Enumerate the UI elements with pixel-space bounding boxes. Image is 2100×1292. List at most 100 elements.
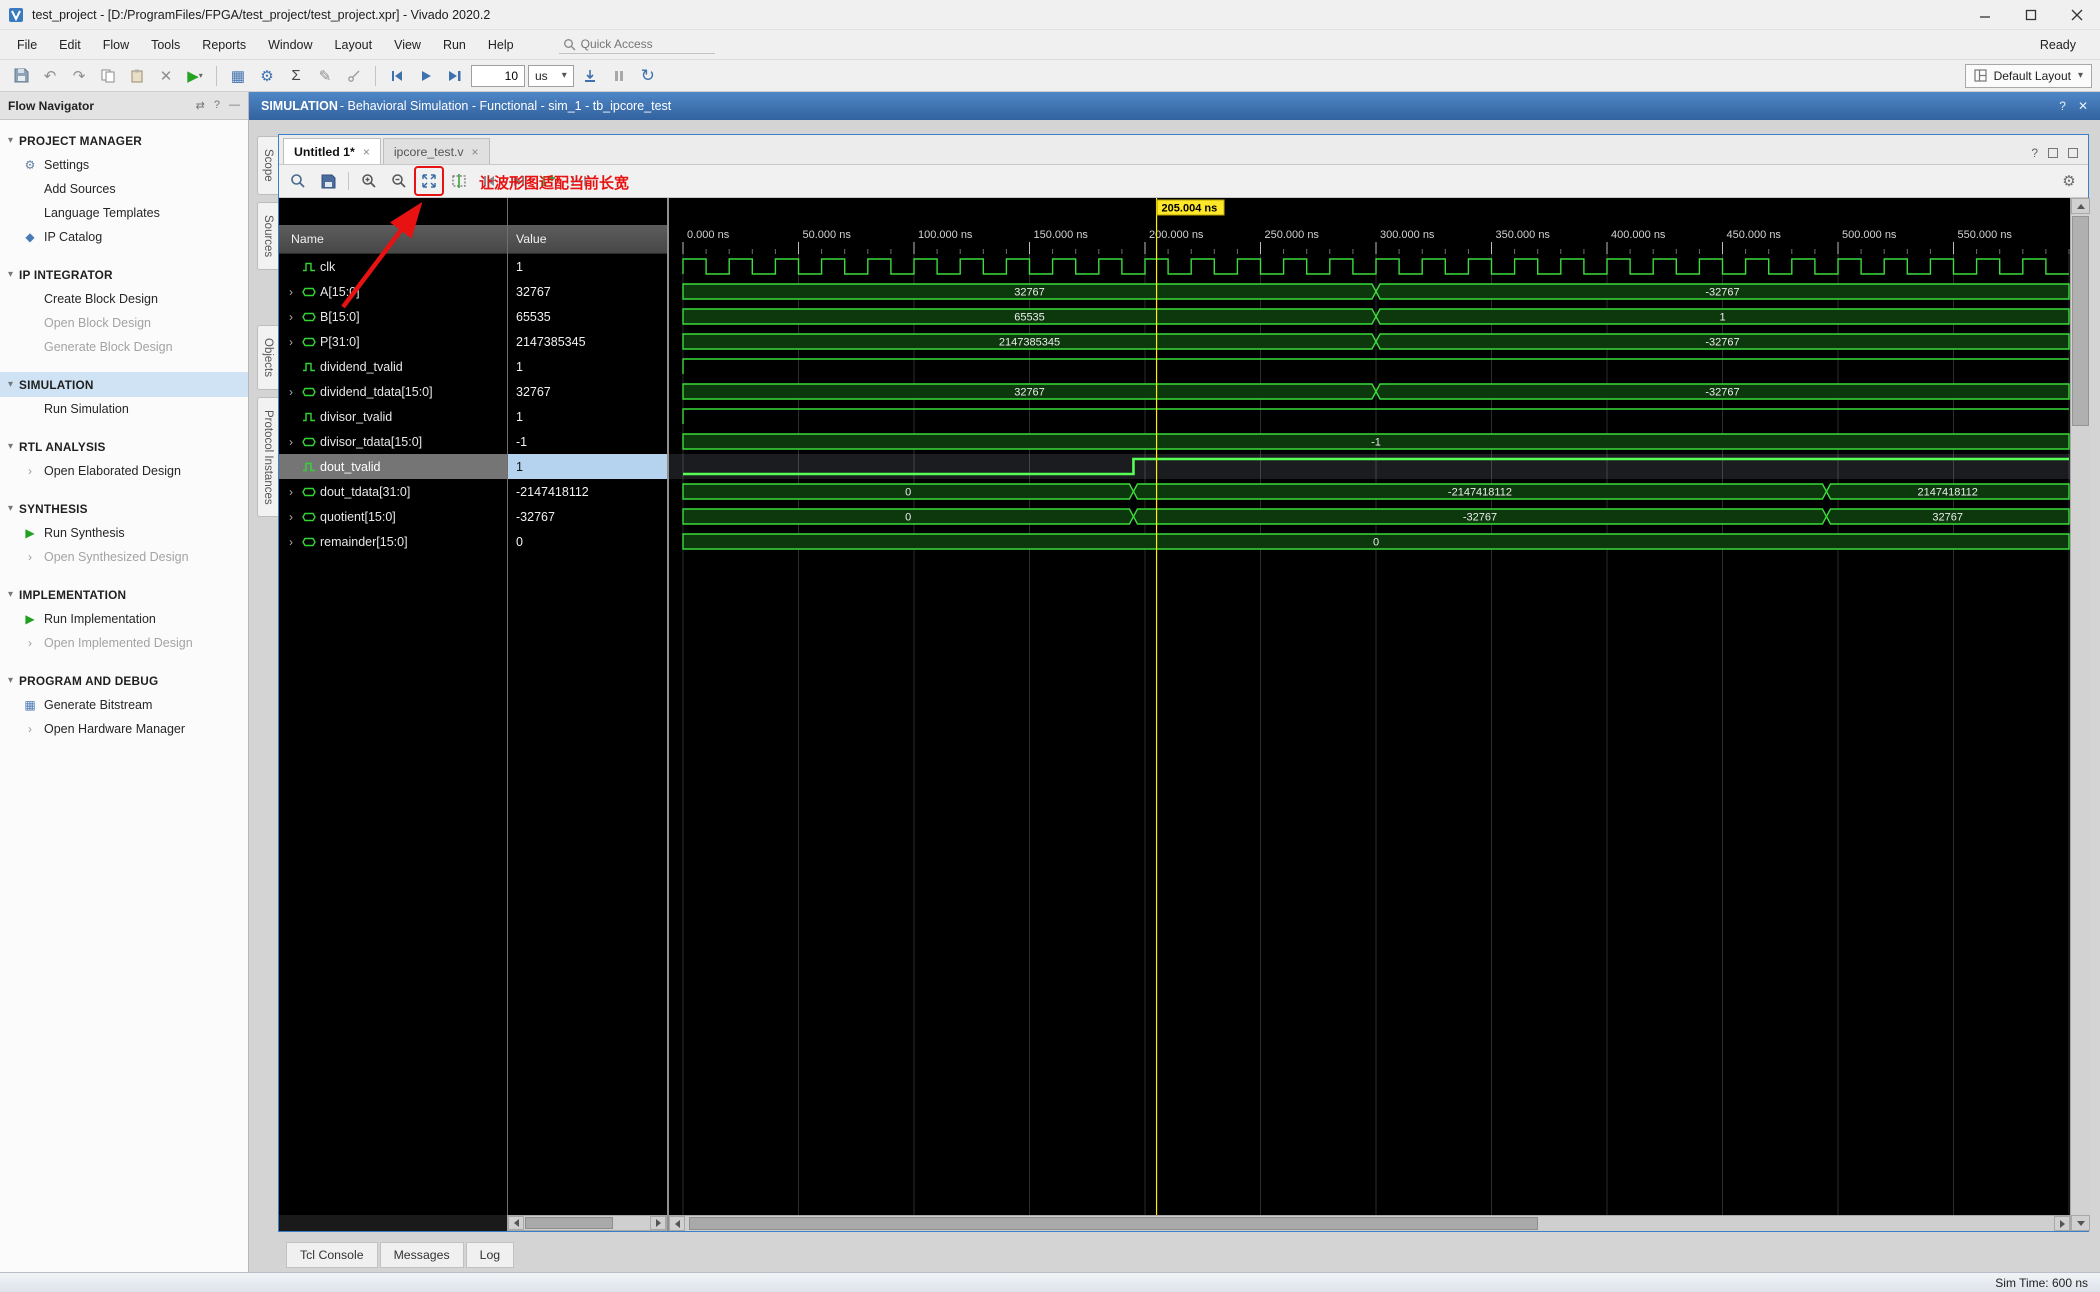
- side-tab-scope[interactable]: Scope: [257, 136, 278, 195]
- nav-item-settings[interactable]: ⚙ Settings: [0, 153, 248, 177]
- tab-close-icon[interactable]: ×: [363, 145, 370, 159]
- zoom-out-icon[interactable]: [386, 168, 412, 194]
- settings-gear-icon[interactable]: ⚙: [254, 63, 280, 89]
- signal-value-b-15-0[interactable]: 65535: [507, 304, 667, 329]
- tab-untitled-1[interactable]: Untitled 1* ×: [283, 138, 381, 164]
- save-project-icon[interactable]: [8, 63, 34, 89]
- signal-name-b-15-0[interactable]: › B[15:0]: [279, 304, 507, 329]
- scroll-left-arrow-icon[interactable]: [669, 1216, 685, 1231]
- expand-chevron-icon[interactable]: ›: [285, 385, 297, 399]
- flow-section-header-ip-integrator[interactable]: ▾ IP INTEGRATOR: [0, 262, 248, 287]
- signal-name-divisor-tdata-15-0[interactable]: › divisor_tdata[15:0]: [279, 429, 507, 454]
- signal-value-dividend-tdata-15-0[interactable]: 32767: [507, 379, 667, 404]
- scroll-right-arrow-icon[interactable]: [650, 1216, 666, 1230]
- quick-access-input[interactable]: [580, 37, 711, 51]
- clock-wave-clk[interactable]: [682, 258, 2069, 275]
- signal-name-a-15-0[interactable]: › A[15:0]: [279, 279, 507, 304]
- nav-item-open-hardware-manager[interactable]: › Open Hardware Manager: [0, 717, 248, 741]
- minimize-button[interactable]: [1962, 0, 2008, 30]
- nav-item-generate-bitstream[interactable]: ▦ Generate Bitstream: [0, 693, 248, 717]
- zoom-in-icon[interactable]: [356, 168, 382, 194]
- save-waveform-icon[interactable]: [315, 168, 341, 194]
- paste-icon[interactable]: [124, 63, 150, 89]
- column-header-value[interactable]: Value: [507, 232, 667, 246]
- sum-icon[interactable]: Σ: [283, 63, 309, 89]
- quick-access-search[interactable]: [558, 35, 715, 54]
- scroll-left-arrow-icon[interactable]: [508, 1216, 524, 1230]
- menu-tools[interactable]: Tools: [140, 33, 191, 57]
- copy-icon[interactable]: [95, 63, 121, 89]
- maximize-panel-icon[interactable]: [2068, 148, 2078, 158]
- wave-settings-gear-icon[interactable]: ⚙: [2056, 168, 2082, 194]
- flow-section-header-rtl-analysis[interactable]: ▾ RTL ANALYSIS: [0, 434, 248, 459]
- find-icon[interactable]: [285, 168, 311, 194]
- signal-name-dout-tdata-31-0[interactable]: › dout_tdata[31:0]: [279, 479, 507, 504]
- time-unit-select[interactable]: us ▾: [528, 64, 574, 87]
- expand-chevron-icon[interactable]: ›: [285, 310, 297, 324]
- run-time-input[interactable]: [471, 64, 525, 87]
- maximize-button[interactable]: [2008, 0, 2054, 30]
- nav-item-run-simulation[interactable]: Run Simulation: [0, 397, 248, 421]
- delete-icon[interactable]: ✕: [153, 63, 179, 89]
- signal-value-divisor-tvalid[interactable]: 1: [507, 404, 667, 429]
- signal-name-divisor-tvalid[interactable]: divisor_tvalid: [279, 404, 507, 429]
- flow-section-header-program-and-debug[interactable]: ▾ PROGRAM AND DEBUG: [0, 668, 248, 693]
- bottom-tab-tcl-console[interactable]: Tcl Console: [286, 1242, 378, 1268]
- close-button[interactable]: [2054, 0, 2100, 30]
- signal-value-quotient-15-0[interactable]: -32767: [507, 504, 667, 529]
- side-tab-protocol-instances[interactable]: Protocol Instances: [257, 396, 278, 518]
- edit-icon[interactable]: ✎: [312, 63, 338, 89]
- expand-chevron-icon[interactable]: ›: [285, 435, 297, 449]
- scrollbar-thumb[interactable]: [2072, 216, 2089, 426]
- tab-close-icon[interactable]: ×: [472, 145, 479, 159]
- dashboard-icon[interactable]: ▦: [225, 63, 251, 89]
- signal-value-p-31-0[interactable]: 2147385345: [507, 329, 667, 354]
- bottom-tab-log[interactable]: Log: [465, 1242, 515, 1268]
- expand-chevron-icon[interactable]: ›: [285, 285, 297, 299]
- waveform-horizontal-scrollbar[interactable]: [669, 1215, 2070, 1231]
- probe-icon[interactable]: [341, 63, 367, 89]
- nav-item-language-templates[interactable]: Language Templates: [0, 201, 248, 225]
- side-tab-sources[interactable]: Sources: [257, 201, 278, 270]
- relaunch-icon[interactable]: ↻: [635, 63, 661, 89]
- name-value-column-separator[interactable]: [507, 198, 508, 1215]
- expand-chevron-icon[interactable]: ›: [285, 335, 297, 349]
- redo-icon[interactable]: ↷: [66, 63, 92, 89]
- restart-simulation-icon[interactable]: [384, 63, 410, 89]
- run-button[interactable]: ▶ ▾: [182, 63, 208, 89]
- zoom-fit-icon[interactable]: [414, 166, 444, 196]
- signal-value-dout-tvalid[interactable]: 1: [507, 454, 667, 479]
- nav-item-run-implementation[interactable]: ▶ Run Implementation: [0, 607, 248, 631]
- context-help-icon[interactable]: ?: [2059, 99, 2066, 113]
- nav-item-ip-catalog[interactable]: ◆ IP Catalog: [0, 225, 248, 249]
- bottom-tab-messages[interactable]: Messages: [379, 1242, 464, 1268]
- toggle-panel-icon[interactable]: ⇄: [196, 99, 205, 112]
- layout-selector[interactable]: Default Layout ▾: [1964, 63, 2092, 88]
- step-icon[interactable]: [577, 63, 603, 89]
- expand-chevron-icon[interactable]: ›: [285, 485, 297, 499]
- scroll-down-arrow-icon[interactable]: [2071, 1215, 2090, 1231]
- column-header-name[interactable]: Name: [279, 232, 507, 246]
- help-icon[interactable]: ?: [2031, 146, 2038, 160]
- menu-flow[interactable]: Flow: [92, 33, 140, 57]
- menu-window[interactable]: Window: [257, 33, 323, 57]
- flow-section-header-project-manager[interactable]: ▾ PROJECT MANAGER: [0, 128, 248, 153]
- menu-file[interactable]: File: [6, 33, 48, 57]
- menu-layout[interactable]: Layout: [324, 33, 384, 57]
- menu-view[interactable]: View: [383, 33, 432, 57]
- nav-item-add-sources[interactable]: Add Sources: [0, 177, 248, 201]
- signal-name-clk[interactable]: clk: [279, 254, 507, 279]
- flow-section-header-synthesis[interactable]: ▾ SYNTHESIS: [0, 496, 248, 521]
- nav-item-create-block-design[interactable]: Create Block Design: [0, 287, 248, 311]
- timeline-ruler[interactable]: 0.000 ns 50.000 ns 100.000 ns 150.000 ns 200…: [669, 198, 2072, 254]
- nav-item-run-synthesis[interactable]: ▶ Run Synthesis: [0, 521, 248, 545]
- menu-run[interactable]: Run: [432, 33, 477, 57]
- signal-name-p-31-0[interactable]: › P[31:0]: [279, 329, 507, 354]
- signal-value-a-15-0[interactable]: 32767: [507, 279, 667, 304]
- scrollbar-thumb[interactable]: [689, 1217, 1538, 1230]
- menu-help[interactable]: Help: [477, 33, 525, 57]
- waveform-vertical-scrollbar[interactable]: [2070, 198, 2090, 1231]
- run-for-time-icon[interactable]: [442, 63, 468, 89]
- flow-section-header-implementation[interactable]: ▾ IMPLEMENTATION: [0, 582, 248, 607]
- expand-chevron-icon[interactable]: ›: [285, 510, 297, 524]
